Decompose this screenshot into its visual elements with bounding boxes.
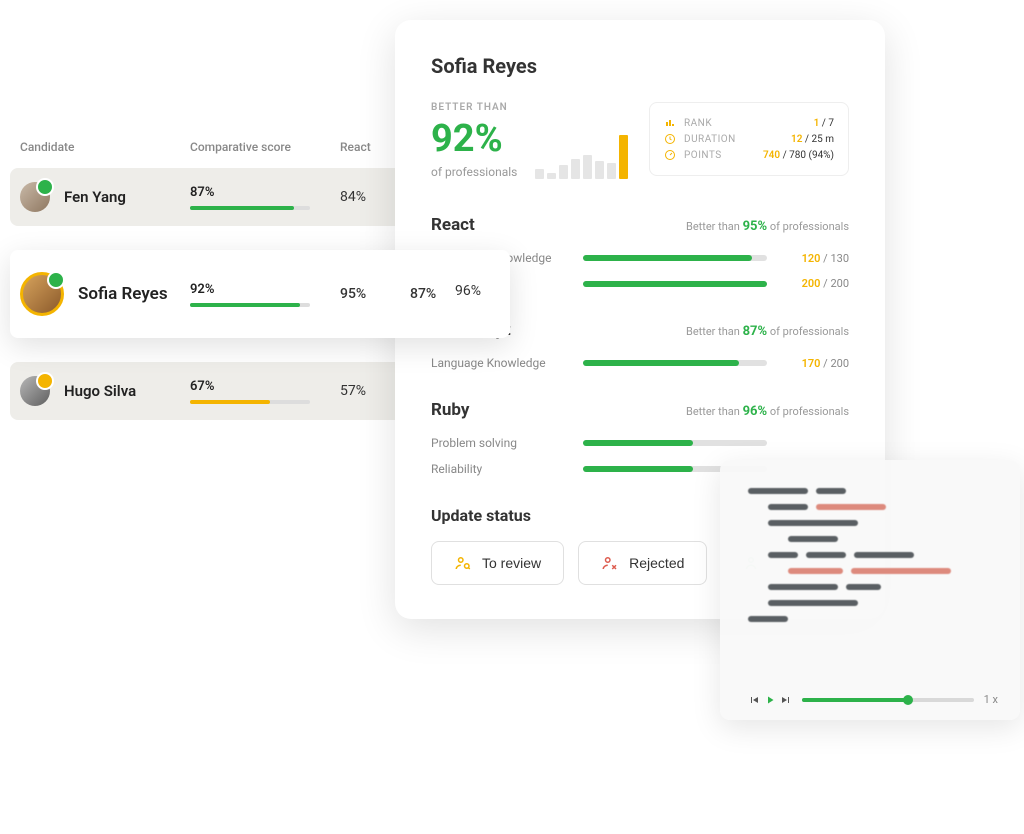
sparkline (535, 133, 628, 179)
skip-back-icon[interactable] (748, 694, 760, 706)
avatar (20, 376, 50, 406)
skill-bar (583, 255, 767, 261)
score-bar (190, 206, 310, 210)
comparative-score: 87% (190, 185, 340, 210)
react-score: 95% (340, 286, 410, 302)
col-score: Comparative score (190, 140, 340, 154)
skill-bar (583, 360, 767, 366)
candidate-name: Fen Yang (64, 188, 126, 206)
skill-label: Reliability (431, 462, 571, 476)
code-lines (748, 488, 998, 673)
playback-track[interactable] (802, 698, 974, 702)
rejected-button[interactable]: Rejected (578, 541, 707, 585)
skill-row: Language Knowledge 170 / 200 (431, 356, 849, 370)
stats-box: RANK 1 / 7 DURATION 12 / 25 m POINTS 740… (649, 102, 849, 176)
skill-bar (583, 281, 767, 287)
gauge-icon (664, 149, 676, 161)
ruby-score: 96% (455, 283, 481, 299)
score-bar (190, 303, 310, 307)
better-than-block: BETTER THAN 92% of professionals (431, 102, 517, 179)
comparative-score: 92% (190, 282, 340, 307)
candidate-name: Hugo Silva (64, 382, 136, 400)
skill-label: Problem solving (431, 436, 571, 450)
playback-speed[interactable]: 1 x (984, 693, 998, 706)
score-bar (190, 400, 310, 404)
to-review-button[interactable]: To review (431, 541, 564, 585)
skip-forward-icon[interactable] (780, 694, 792, 706)
skill-label: Language Knowledge (431, 356, 571, 370)
person-review-icon (454, 554, 472, 572)
comparative-score: 67% (190, 379, 340, 404)
skill-bar (583, 440, 767, 446)
clock-icon (664, 133, 676, 145)
candidate-name: Sofia Reyes (78, 284, 168, 304)
avatar (20, 272, 64, 316)
play-icon[interactable] (764, 694, 776, 706)
playback-controls: 1 x (748, 693, 998, 706)
person-rejected-icon (601, 554, 619, 572)
rank-icon (664, 117, 676, 129)
col-candidate: Candidate (20, 140, 190, 154)
skill-row: Problem solving (431, 436, 849, 450)
avatar (20, 182, 50, 212)
candidate-row[interactable]: Sofia Reyes 92% 95% 87% (10, 250, 510, 338)
detail-name: Sofia Reyes (431, 54, 849, 78)
code-playback-card: 1 x (720, 460, 1020, 720)
